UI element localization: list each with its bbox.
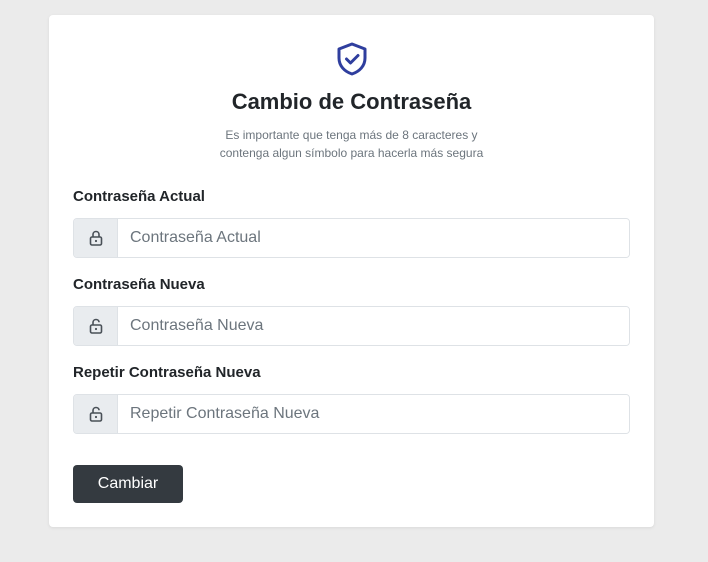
repeat-password-input[interactable] — [118, 395, 629, 433]
current-password-input[interactable] — [118, 219, 629, 257]
form-header: Cambio de Contraseña Es importante que t… — [49, 41, 654, 162]
current-password-input-group — [73, 218, 630, 258]
repeat-password-group: Repetir Contraseña Nueva — [73, 364, 630, 434]
page-subtitle: Es importante que tenga más de 8 caracte… — [219, 128, 484, 160]
submit-button[interactable]: Cambiar — [73, 465, 183, 503]
password-change-card: Cambio de Contraseña Es importante que t… — [49, 15, 654, 527]
shield-check-icon — [334, 41, 370, 77]
current-password-group: Contraseña Actual — [73, 188, 630, 258]
repeat-password-input-group — [73, 394, 630, 434]
lock-icon — [74, 219, 118, 257]
new-password-input-group — [73, 306, 630, 346]
repeat-password-label: Repetir Contraseña Nueva — [73, 364, 261, 381]
current-password-label: Contraseña Actual — [73, 188, 205, 205]
lock-open-icon — [74, 307, 118, 345]
lock-open-icon — [74, 395, 118, 433]
new-password-input[interactable] — [118, 307, 629, 345]
new-password-group: Contraseña Nueva — [73, 276, 630, 346]
page-title: Cambio de Contraseña — [231, 89, 472, 114]
new-password-label: Contraseña Nueva — [73, 276, 205, 293]
